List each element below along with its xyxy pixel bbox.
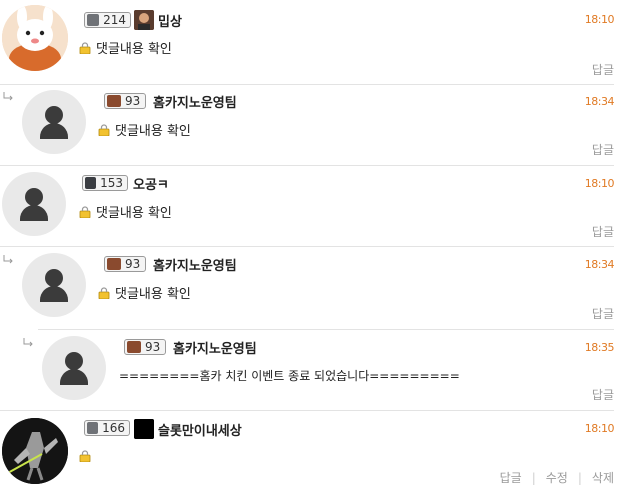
comment-content: ========홈카 치킨 이벤트 종료 되었습니다=========: [119, 367, 460, 384]
comment-text: 댓글내용 확인: [96, 206, 172, 221]
nickname[interactable]: 오공ㅋ: [133, 174, 169, 193]
user-thumbnail: [134, 419, 154, 439]
lock-icon: [79, 41, 91, 54]
comment-item: 214 밉상 18:10 댓글내용 확인 답글: [0, 0, 644, 85]
action-separator: |: [531, 470, 536, 485]
comment-time: 18:35: [584, 341, 615, 354]
lock-icon: [79, 450, 91, 463]
comment-content: 댓글내용 확인: [79, 38, 172, 57]
level-badge: 93: [104, 93, 146, 109]
level-number: 214: [103, 13, 126, 27]
nickname[interactable]: 홈카지노운영팀: [153, 255, 237, 274]
level-badge: 93: [124, 339, 166, 355]
comment-time: 18:34: [584, 95, 615, 108]
level-badge-icon: [107, 258, 121, 270]
comment-time: 18:34: [584, 258, 615, 271]
comment-text: ========홈카 치킨 이벤트 종료 되었습니다=========: [119, 369, 460, 383]
lock-icon: [98, 123, 110, 136]
reply-button[interactable]: 답글: [500, 469, 522, 486]
level-badge-icon: [107, 95, 121, 107]
nickname[interactable]: 밉상: [158, 11, 182, 30]
nickname[interactable]: 홈카지노운영팀: [173, 338, 257, 357]
level-badge-icon: [127, 341, 141, 353]
moon-icon: [134, 419, 154, 439]
reply-button[interactable]: 답글: [592, 141, 614, 158]
level-badge-icon: [87, 14, 100, 26]
level-badge-icon: [87, 422, 99, 434]
comment-text: 댓글내용 확인: [115, 124, 191, 139]
comment-content: 댓글내용 확인: [98, 283, 191, 302]
comment-content: 댓글내용 확인: [98, 120, 191, 139]
reply-button[interactable]: 답글: [592, 223, 614, 240]
delete-button[interactable]: 삭제: [592, 469, 614, 486]
action-separator: |: [577, 470, 582, 485]
level-badge: 153: [82, 175, 128, 191]
level-badge: 214: [84, 12, 131, 28]
level-badge-icon: [85, 177, 97, 189]
comment-time: 18:10: [584, 177, 615, 190]
reply-indent-icon: [3, 255, 13, 264]
robot-avatar-image: [2, 418, 68, 484]
user-avatar[interactable]: [2, 5, 68, 71]
default-avatar-icon[interactable]: [22, 90, 86, 154]
reply-button[interactable]: 답글: [592, 386, 614, 403]
nickname[interactable]: 슬롯만이내세상: [158, 420, 242, 439]
default-avatar-icon[interactable]: [42, 336, 106, 400]
user-avatar[interactable]: [2, 418, 68, 484]
level-number: 166: [102, 421, 125, 435]
level-number: 93: [145, 340, 161, 354]
comment-reply-item: 93 홈카지노운영팀 18:34 댓글내용 확인 답글: [0, 85, 644, 166]
level-number: 93: [125, 94, 141, 108]
reply-button[interactable]: 답글: [592, 61, 614, 78]
comment-content: 댓글내용 확인: [79, 202, 172, 221]
edit-button[interactable]: 수정: [546, 469, 568, 486]
comment-item: 153 오공ㅋ 18:10 댓글내용 확인 답글: [0, 166, 644, 247]
lock-icon: [79, 205, 91, 218]
comment-time: 18:10: [584, 422, 615, 435]
comment-item: 166 슬롯만이내세상 18:10 답글 | 수정 | 삭제: [0, 411, 644, 497]
reply-button[interactable]: 답글: [592, 305, 614, 322]
level-badge: 166: [84, 420, 130, 436]
comment-reply-item: 93 홈카지노운영팀 18:34 댓글내용 확인 답글: [0, 247, 644, 330]
level-number: 93: [125, 257, 141, 271]
user-thumbnail-image: [134, 10, 154, 30]
reply-indent-icon: [23, 338, 33, 347]
nickname[interactable]: 홈카지노운영팀: [153, 92, 237, 111]
comment-actions: 답글 | 수정 | 삭제: [500, 469, 614, 486]
level-number: 153: [100, 176, 123, 190]
user-thumbnail: [134, 10, 154, 30]
level-badge: 93: [104, 256, 146, 272]
comment-time: 18:10: [584, 13, 615, 26]
default-avatar-icon[interactable]: [22, 253, 86, 317]
comment-content: [79, 450, 96, 463]
lock-icon: [98, 286, 110, 299]
comment-text: 댓글내용 확인: [115, 287, 191, 302]
comment-reply-item: 93 홈카지노운영팀 18:35 ========홈카 치킨 이벤트 종료 되었…: [0, 330, 644, 411]
rabbit-avatar-image: [2, 5, 68, 71]
comment-text: 댓글내용 확인: [96, 42, 172, 57]
default-avatar-icon[interactable]: [2, 172, 66, 236]
reply-indent-icon: [3, 92, 13, 101]
